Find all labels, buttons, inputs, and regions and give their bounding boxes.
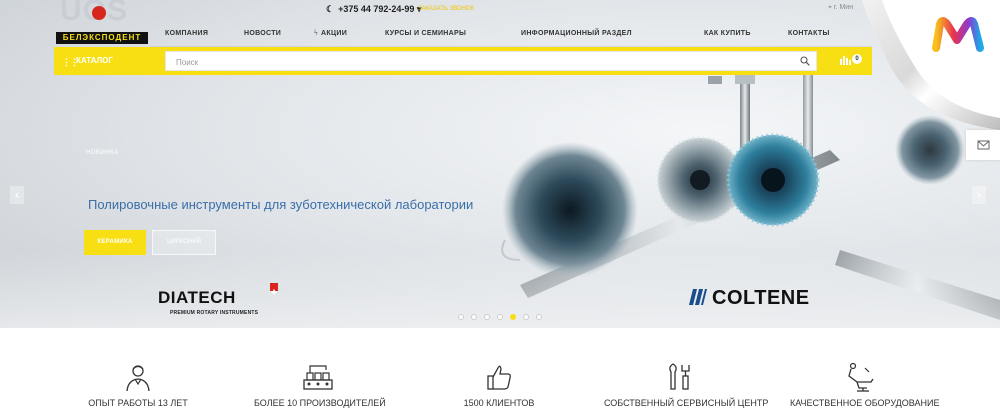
catalog-bar: ⋮⋮ КАТАЛОГ 0 bbox=[54, 47, 872, 75]
feature-label: СОБСТВЕННЫЙ СЕРВИСНЫЙ ЦЕНТР bbox=[604, 398, 769, 408]
slide-button-zirconia[interactable]: ЦИРКОНИЙ bbox=[152, 230, 216, 255]
slider-dot[interactable] bbox=[458, 314, 464, 320]
brand-m-logo[interactable] bbox=[930, 14, 988, 54]
slider-prev-button[interactable]: ‹ bbox=[10, 186, 24, 204]
chevron-right-icon: › bbox=[976, 188, 982, 202]
swiss-flag-icon bbox=[270, 283, 278, 295]
nav-item-courses[interactable]: КУРСЫ И СЕМИНАРЫ bbox=[385, 30, 466, 37]
nav-item-company[interactable]: КОМПАНИЯ bbox=[165, 30, 208, 37]
search-icon[interactable] bbox=[800, 56, 810, 66]
slider-dot[interactable] bbox=[510, 314, 516, 320]
features-strip: ОПЫТ РАБОТЫ 13 ЛЕТ БОЛЕЕ 10 ПРОИЗВОДИТЕЛ… bbox=[0, 328, 1000, 414]
slide-button-ceramics[interactable]: КЕРАМИКА bbox=[84, 230, 146, 255]
phone-icon: ☾ bbox=[326, 4, 335, 14]
feature-experience: ОПЫТ РАБОТЫ 13 ЛЕТ bbox=[88, 362, 188, 408]
compare-count-badge: 0 bbox=[852, 54, 862, 64]
side-mail-button[interactable] bbox=[966, 130, 1000, 160]
slide-title: Полировочные инструменты для зуботехниче… bbox=[88, 197, 474, 212]
slider-next-button[interactable]: › bbox=[972, 186, 986, 204]
nav-item-info[interactable]: ИНФОРМАЦИОННЫЙ РАЗДЕЛ bbox=[521, 30, 632, 37]
lightning-icon: ϟ bbox=[314, 30, 319, 37]
brand-diatech-tagline: PREMIUM ROTARY INSTRUMENTS bbox=[170, 310, 259, 316]
thumbs-up-icon bbox=[487, 365, 511, 390]
nav-item-how-to-buy[interactable]: КАК КУПИТЬ bbox=[704, 30, 751, 37]
mail-icon bbox=[977, 140, 990, 150]
site-logo[interactable]: UOS БЕЛЭКСПОДЕНТ bbox=[56, 0, 148, 44]
brand-logo-coltene: COLTENE bbox=[712, 287, 810, 309]
city-label: г. Мин bbox=[833, 4, 854, 11]
slider-pagination bbox=[458, 307, 549, 325]
feature-clients: 1500 КЛИЕНТОВ bbox=[462, 362, 536, 408]
factory-icon bbox=[303, 365, 333, 390]
search-box bbox=[165, 51, 817, 71]
feature-equipment: КАЧЕСТВЕННОЕ ОБОРУДОВАНИЕ bbox=[790, 362, 940, 408]
catalog-label: КАТАЛОГ bbox=[76, 56, 113, 65]
compare-icon[interactable] bbox=[840, 55, 852, 65]
chevron-left-icon: ‹ bbox=[14, 188, 20, 202]
feature-label: 1500 КЛИЕНТОВ bbox=[463, 398, 535, 408]
search-input[interactable] bbox=[174, 54, 788, 70]
doctor-icon bbox=[126, 365, 150, 392]
slider-dot[interactable] bbox=[484, 314, 490, 320]
feature-manufacturers: БОЛЕЕ 10 ПРОИЗВОДИТЕЛЕЙ bbox=[254, 362, 386, 408]
nav-item-promotions-label: АКЦИИ bbox=[321, 30, 348, 37]
feature-label: ОПЫТ РАБОТЫ 13 ЛЕТ bbox=[88, 398, 188, 408]
dental-chair-icon bbox=[848, 362, 874, 392]
slider-dot[interactable] bbox=[523, 314, 529, 320]
nav-item-promotions[interactable]: ϟ АКЦИИ bbox=[314, 30, 347, 37]
callback-link[interactable]: ЗАКАЗАТЬ ЗВОНОК bbox=[418, 6, 474, 12]
feature-label: БОЛЕЕ 10 ПРОИЗВОДИТЕЛЕЙ bbox=[254, 398, 386, 408]
brand-logo-diatech: DIATECH bbox=[158, 288, 236, 307]
slider-dot[interactable] bbox=[471, 314, 477, 320]
header-phone[interactable]: ☾ +375 44 792-24-99 ▾ bbox=[326, 4, 421, 15]
phone-number: +375 44 792-24-99 bbox=[338, 4, 415, 14]
city-selector[interactable]: ⌖ г. Мин bbox=[828, 4, 853, 12]
slider-dot[interactable] bbox=[536, 314, 542, 320]
slider-dot[interactable] bbox=[497, 314, 503, 320]
nav-item-contacts[interactable]: КОНТАКТЫ bbox=[788, 30, 830, 37]
feature-service-center: СОБСТВЕННЫЙ СЕРВИСНЫЙ ЦЕНТР bbox=[604, 362, 769, 408]
logo-apple-icon bbox=[92, 6, 106, 20]
logo-strip: БЕЛЭКСПОДЕНТ bbox=[56, 32, 148, 44]
nav-item-news[interactable]: НОВОСТИ bbox=[244, 30, 281, 37]
slide-tag: НОВИНКА bbox=[86, 150, 119, 156]
coltene-mark-icon bbox=[689, 289, 707, 305]
tools-icon bbox=[669, 363, 690, 390]
catalog-button[interactable]: ⋮⋮ КАТАЛОГ bbox=[54, 47, 154, 75]
feature-label: КАЧЕСТВЕННОЕ ОБОРУДОВАНИЕ bbox=[790, 398, 940, 408]
